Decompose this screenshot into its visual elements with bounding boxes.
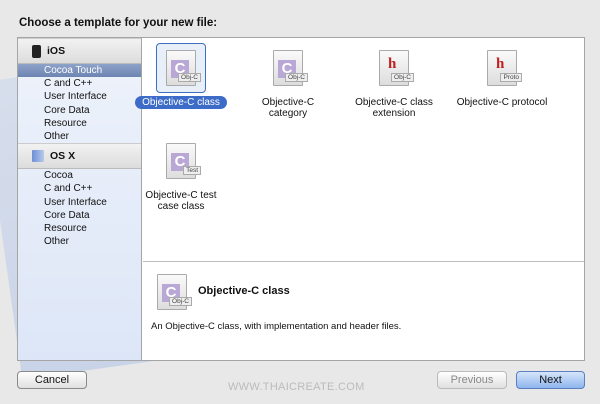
sidebar-item-ios-core-data[interactable]: Core Data: [18, 104, 141, 117]
group-osx: OS X: [18, 143, 141, 170]
template-label: Objective-C class extension: [355, 97, 433, 119]
sidebar-item-osx-resource[interactable]: Resource: [18, 222, 141, 235]
category-sidebar: iOS Cocoa Touch C and C++ User Interface…: [18, 38, 142, 360]
sidebar-item-osx-core-data[interactable]: Core Data: [18, 209, 141, 222]
template-objc-class-extension[interactable]: h Obj-C Objective-C class extension: [342, 43, 446, 119]
objc-file-icon: C Obj-C: [157, 274, 192, 310]
watermark: WWW.THAICREATE.COM: [228, 381, 365, 393]
dialog-title: Choose a template for your new file:: [19, 17, 218, 29]
group-label: OS X: [50, 150, 76, 163]
template-objc-class[interactable]: C Obj-C Objective-C class: [129, 43, 233, 109]
group-label: iOS: [47, 45, 66, 57]
protocol-file-icon: h Proto: [487, 50, 522, 86]
template-objc-category[interactable]: C Obj-C Objective-C category: [236, 43, 340, 119]
template-label: Objective-C test case class: [145, 190, 217, 212]
detail-description: An Objective-C class, with implementatio…: [151, 321, 402, 332]
header-file-icon: h Obj-C: [379, 50, 414, 86]
sidebar-item-cocoa[interactable]: Cocoa: [18, 169, 141, 182]
template-detail: C Obj-C Objective-C class An Objective-C …: [143, 261, 584, 360]
sidebar-item-ios-user-interface[interactable]: User Interface: [18, 90, 141, 103]
template-chooser: iOS Cocoa Touch C and C++ User Interface…: [17, 37, 585, 361]
previous-button[interactable]: Previous: [437, 371, 507, 389]
cancel-button[interactable]: Cancel: [17, 371, 87, 389]
sidebar-item-ios-other[interactable]: Other: [18, 130, 141, 143]
sidebar-item-osx-other[interactable]: Other: [18, 235, 141, 248]
template-label: Objective-C category: [261, 97, 315, 119]
objc-file-icon: C Obj-C: [273, 50, 308, 86]
iphone-icon: [32, 44, 41, 58]
sidebar-item-ios-c-cpp[interactable]: C and C++: [18, 77, 141, 90]
sidebar-item-ios-resource[interactable]: Resource: [18, 117, 141, 130]
template-label: Objective-C class: [135, 96, 227, 109]
sidebar-item-osx-c-cpp[interactable]: C and C++: [18, 182, 141, 195]
template-grid: C Obj-C Objective-C class C Obj-C Objectiv…: [135, 38, 584, 261]
sidebar-item-osx-user-interface[interactable]: User Interface: [18, 196, 141, 209]
next-button[interactable]: Next: [516, 371, 585, 389]
template-label: Objective-C protocol: [456, 97, 548, 108]
template-objc-protocol[interactable]: h Proto Objective-C protocol: [443, 43, 561, 108]
objc-file-icon: C Obj-C: [166, 50, 201, 86]
detail-title: Objective-C class: [198, 285, 290, 297]
template-objc-test-case[interactable]: C Test Objective-C test case class: [129, 136, 233, 212]
finder-icon: [32, 150, 44, 163]
test-file-icon: C Test: [166, 143, 201, 179]
sidebar-item-cocoa-touch[interactable]: Cocoa Touch: [18, 64, 141, 78]
group-ios: iOS: [18, 38, 141, 64]
